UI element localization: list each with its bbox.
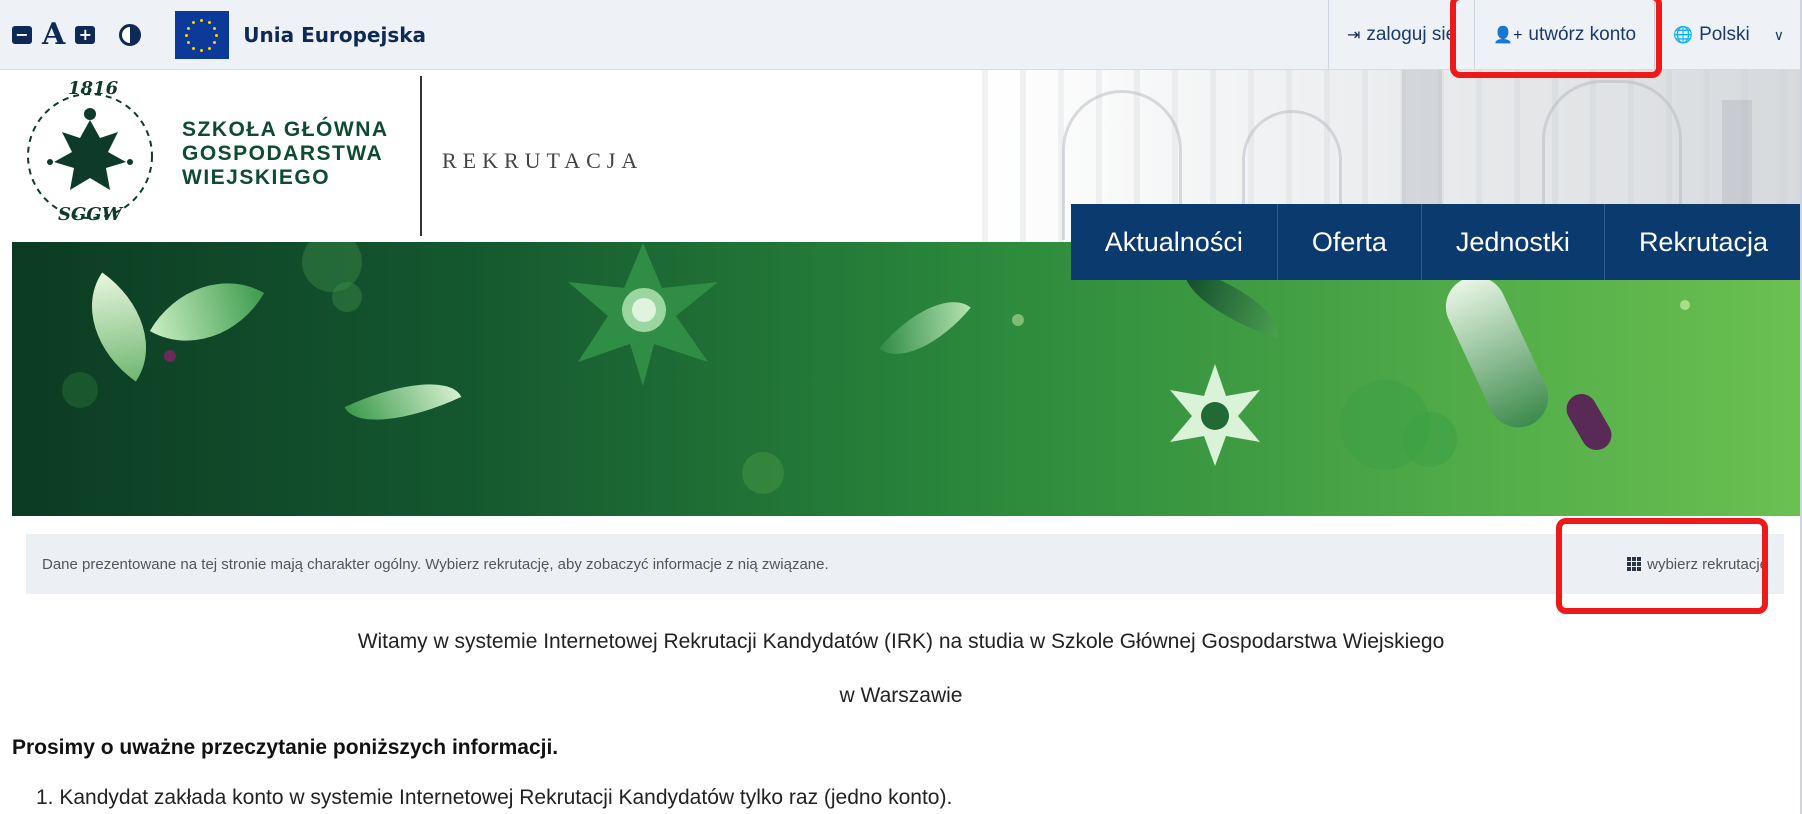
nav-aktualnosci[interactable]: Aktualności	[1071, 204, 1277, 280]
language-label: Polski	[1699, 24, 1750, 45]
university-name-line1: SZKOŁA GŁÓWNA	[182, 118, 389, 141]
info-text: Dane prezentowane na tej stronie mają ch…	[42, 555, 829, 573]
hero-banner	[12, 242, 1802, 516]
nav-jednostki[interactable]: Jednostki	[1420, 204, 1604, 280]
welcome-line-2: w Warszawie	[839, 684, 963, 707]
language-selector[interactable]: 🌐 Polski ∨	[1654, 0, 1802, 70]
contrast-icon[interactable]	[119, 23, 142, 46]
create-account-highlight	[1450, 0, 1662, 78]
seal-abbr: SGGW	[58, 204, 122, 225]
language-icon: 🌐	[1673, 27, 1694, 44]
university-name-line2: GOSPODARSTWA	[182, 142, 384, 165]
accessibility-controls: − A +	[0, 0, 142, 70]
list-item: 1. Kandydat zakłada konto w systemie Int…	[36, 786, 953, 809]
eu-flag-icon	[175, 10, 230, 59]
info-bar: Dane prezentowane na tej stronie mają ch…	[26, 534, 1784, 594]
seal-year: 1816	[68, 78, 119, 99]
notice-heading: Prosimy o uważne przeczytanie poniższych…	[12, 736, 559, 759]
welcome-line-1: Witamy w systemie Internetowej Rekrutacj…	[357, 630, 1445, 653]
nav-rekrutacja[interactable]: Rekrutacja	[1603, 204, 1802, 280]
increase-font-button[interactable]: +	[75, 25, 96, 44]
choose-recruitment-highlight	[1556, 518, 1768, 614]
sggw-seal-logo[interactable]: 1816 SGGW	[14, 78, 166, 230]
header-divider	[420, 76, 422, 236]
main-nav: Aktualności Oferta Jednostki Rekrutacja	[1070, 204, 1802, 280]
sign-in-icon: ⇥	[1346, 27, 1361, 44]
university-name: SZKOŁA GŁÓWNA GOSPODARSTWA WIEJSKIEGO	[182, 118, 389, 190]
nav-oferta[interactable]: Oferta	[1276, 204, 1421, 280]
font-size-label[interactable]: A	[42, 17, 65, 52]
section-label: REKRUTACJA	[442, 148, 644, 173]
eu-label[interactable]: Unia Europejska	[243, 23, 426, 47]
university-name-line3: WIEJSKIEGO	[182, 166, 331, 189]
decrease-font-button[interactable]: −	[12, 25, 32, 44]
chevron-down-icon: ∨	[1773, 26, 1784, 43]
login-label: zaloguj się	[1366, 24, 1457, 45]
